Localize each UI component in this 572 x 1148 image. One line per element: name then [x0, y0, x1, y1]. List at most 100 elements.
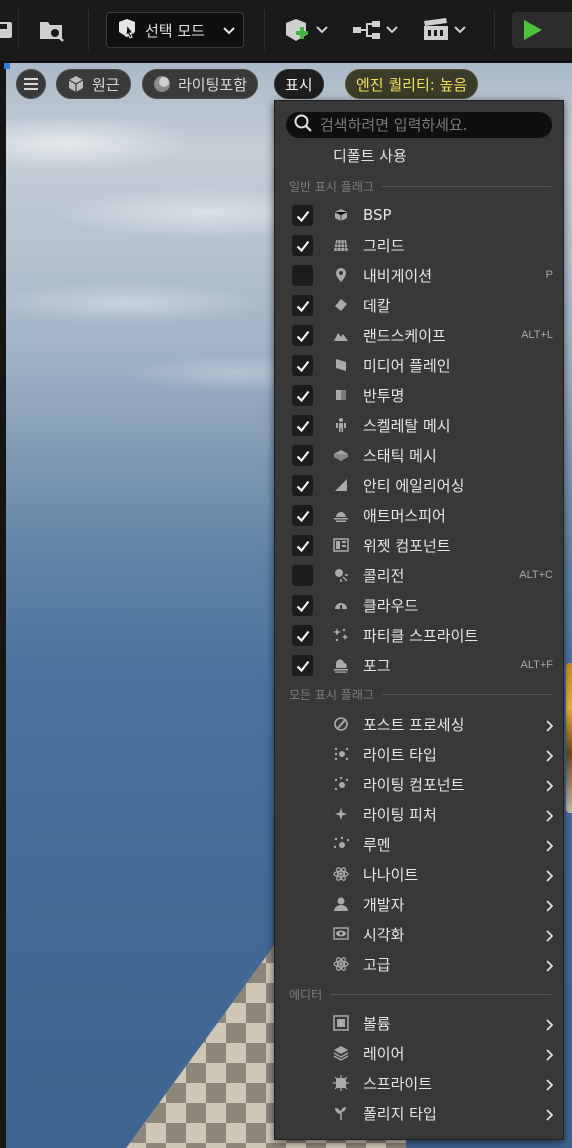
show-flag-item[interactable]: BSP	[275, 200, 565, 230]
checkbox-checked[interactable]	[292, 445, 313, 466]
checkbox-unchecked[interactable]	[292, 265, 313, 286]
checkbox-checked[interactable]	[292, 505, 313, 526]
lumen-icon	[333, 836, 349, 852]
viewport-options-button[interactable]	[16, 69, 46, 99]
submenu-label: 루멘	[363, 835, 391, 854]
show-flag-item[interactable]: 반투명	[275, 380, 565, 410]
show-flag-item[interactable]: 콜리전 ALT+C	[275, 560, 565, 590]
submenu-item[interactable]: 개발자	[275, 889, 565, 919]
shortcut-label: P	[545, 269, 553, 281]
submenu-label: 스프라이트	[363, 1074, 433, 1093]
checkbox-checked[interactable]	[292, 235, 313, 256]
submenu-item[interactable]: 라이팅 컴포넌트	[275, 769, 565, 799]
checkbox-checked[interactable]	[292, 385, 313, 406]
checkbox-checked[interactable]	[292, 625, 313, 646]
shortcut-label: ALT+C	[519, 569, 553, 581]
sprite-icon	[333, 1075, 349, 1091]
menu-search-box[interactable]	[286, 112, 552, 138]
submenu-item[interactable]: 시각화	[275, 919, 565, 949]
show-flag-label: 포그	[363, 656, 391, 675]
show-flag-item[interactable]: 애트머스피어	[275, 500, 565, 530]
show-flag-item[interactable]: 포그 ALT+F	[275, 650, 565, 680]
engine-quality-button[interactable]: 엔진 퀄리티: 높음	[345, 69, 479, 99]
submenu-item[interactable]: 라이팅 피처	[275, 799, 565, 829]
show-flag-item[interactable]: 파티클 스프라이트	[275, 620, 565, 650]
grid-icon	[333, 237, 349, 253]
checkbox-checked[interactable]	[292, 535, 313, 556]
show-flag-item[interactable]: 위젯 컴포넌트	[275, 530, 565, 560]
checkbox-checked[interactable]	[292, 325, 313, 346]
show-flag-item[interactable]: 내비게이션 P	[275, 260, 565, 290]
shortcut-label: ALT+L	[521, 329, 553, 341]
checkbox-checked[interactable]	[292, 475, 313, 496]
show-flag-label: 안티 에일리어싱	[363, 476, 465, 495]
show-flag-item[interactable]: 데칼	[275, 290, 565, 320]
search-input[interactable]	[320, 116, 540, 134]
section-common-label: 일반 표시 플래그	[289, 179, 374, 194]
media-plane-icon	[333, 357, 349, 373]
show-flag-item[interactable]: 안티 에일리어싱	[275, 470, 565, 500]
submenu-item[interactable]: 폴리지 타입	[275, 1098, 565, 1128]
add-actor-button[interactable]	[282, 12, 330, 48]
submenu-label: 레이어	[363, 1044, 405, 1063]
view-mode-label: 라이팅포함	[178, 75, 248, 94]
clapperboard-icon	[424, 18, 448, 40]
show-flag-item[interactable]: 그리드	[275, 230, 565, 260]
checkbox-checked[interactable]	[292, 205, 313, 226]
submenu-item[interactable]: 나나이트	[275, 859, 565, 889]
show-flag-item[interactable]: 미디어 플레인	[275, 350, 565, 380]
selection-mode-dropdown[interactable]: 선택 모드	[106, 12, 244, 48]
decal-icon	[333, 297, 349, 313]
show-flags-button[interactable]: 표시	[274, 69, 324, 99]
navigation-pin-icon	[333, 267, 349, 283]
toolbar-divider	[18, 10, 19, 50]
shortcut-label: ALT+F	[520, 659, 553, 671]
light-type-icon	[333, 746, 349, 762]
checkbox-unchecked[interactable]	[292, 565, 313, 586]
checkbox-checked[interactable]	[292, 295, 313, 316]
show-flag-item[interactable]: 랜드스케이프 ALT+L	[275, 320, 565, 350]
submenu-label: 나나이트	[363, 865, 419, 884]
show-flag-label: 콜리전	[363, 566, 405, 585]
toolbar-divider	[264, 10, 265, 50]
use-defaults-item[interactable]: 디폴트 사용	[333, 145, 407, 166]
submenu-item[interactable]: 고급	[275, 949, 565, 979]
content-browser-icon[interactable]	[38, 12, 68, 48]
submenu-item[interactable]: 레이어	[275, 1038, 565, 1068]
submenu-item[interactable]: 라이트 타입	[275, 739, 565, 769]
play-icon	[524, 20, 542, 40]
submenu-item[interactable]: 루멘	[275, 829, 565, 859]
submenu-label: 고급	[363, 955, 391, 974]
play-button[interactable]	[512, 12, 572, 48]
save-icon[interactable]	[0, 12, 14, 48]
atmosphere-icon	[333, 507, 349, 523]
add-actor-icon	[286, 19, 308, 41]
chevron-right-icon	[545, 777, 554, 796]
particle-sprite-icon	[333, 627, 349, 643]
show-flag-item[interactable]: 스태틱 메시	[275, 440, 565, 470]
checkbox-checked[interactable]	[292, 415, 313, 436]
chevron-right-icon	[545, 1106, 554, 1125]
section-editor-label: 에디터	[289, 987, 323, 1002]
cinematics-button[interactable]	[422, 12, 470, 48]
checkbox-checked[interactable]	[292, 595, 313, 616]
checkbox-checked[interactable]	[292, 655, 313, 676]
foliage-type-icon	[333, 1105, 349, 1121]
checkbox-checked[interactable]	[292, 355, 313, 376]
perspective-button[interactable]: 원근	[56, 69, 131, 99]
section-all-label: 모든 표시 플래그	[289, 687, 374, 702]
show-flag-item[interactable]: 스켈레탈 메시	[275, 410, 565, 440]
show-flag-item[interactable]: 클라우드	[275, 590, 565, 620]
submenu-label: 개발자	[363, 895, 405, 914]
chevron-right-icon	[545, 957, 554, 976]
hamburger-menu-icon	[24, 78, 38, 90]
blueprint-button[interactable]	[352, 12, 400, 48]
submenu-item[interactable]: 스프라이트	[275, 1068, 565, 1098]
layer-icon	[333, 1045, 349, 1061]
section-header-editor: 에디터	[289, 987, 551, 1002]
submenu-item[interactable]: 볼륨	[275, 1008, 565, 1038]
view-mode-button[interactable]: 라이팅포함	[142, 69, 259, 99]
submenu-item[interactable]: 포스트 프로세싱	[275, 709, 565, 739]
submenu-label: 라이팅 피처	[363, 805, 437, 824]
scene-object	[566, 663, 572, 813]
